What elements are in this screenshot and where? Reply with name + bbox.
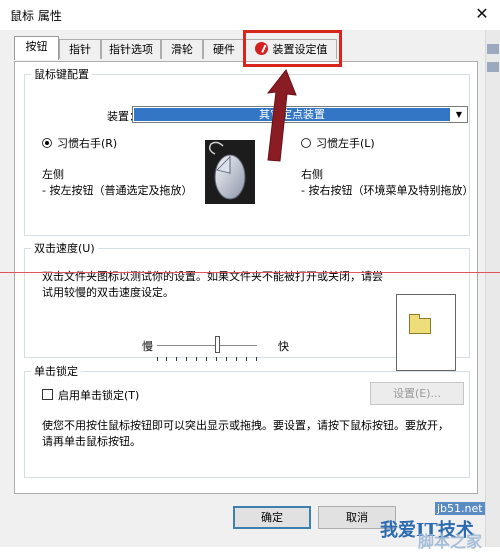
annotation-arrow-icon (266, 69, 297, 162)
watermark: jb51.net 我爱IT技术 脚本之家 (330, 498, 500, 551)
watermark-site: jb51.net (435, 502, 485, 515)
mouse-properties-window: 鼠标 属性 ✕ 按钮 指针 指针选项 滑轮 硬件 装置设定值 鼠标键配置 装置：… (0, 0, 500, 551)
watermark-brand: 脚本之家 (418, 532, 483, 551)
